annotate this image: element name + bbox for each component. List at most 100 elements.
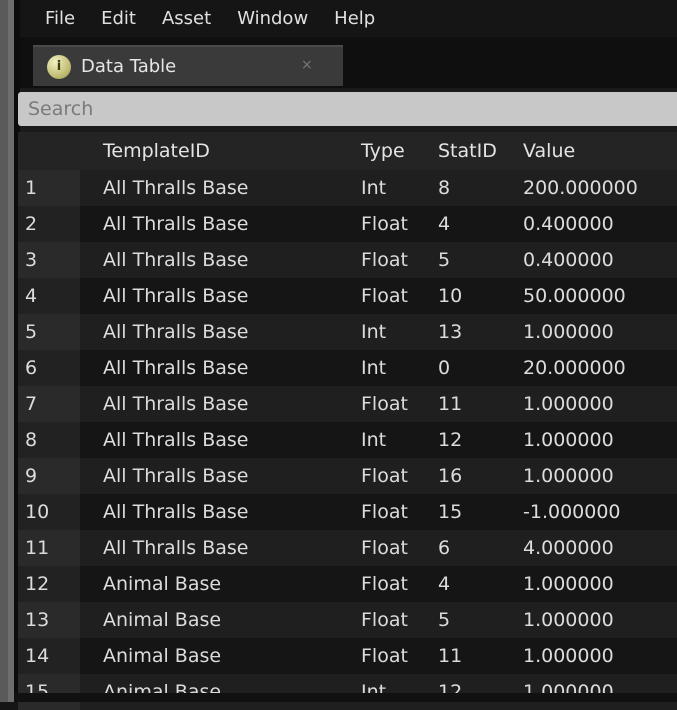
row-templateid: All Thralls Base — [103, 393, 249, 415]
row-statid: 12 — [438, 681, 463, 703]
row-value: 4.000000 — [523, 537, 614, 559]
row-statid: 12 — [438, 429, 463, 451]
menu-window[interactable]: Window — [237, 8, 308, 29]
background-editor-shade — [0, 0, 8, 702]
row-templateid: All Thralls Base — [103, 357, 249, 379]
row-templateid: Animal Base — [103, 681, 222, 703]
row-statid: 11 — [438, 393, 463, 415]
row-templateid: Animal Base — [103, 645, 222, 667]
row-statid: 5 — [438, 249, 451, 271]
row-statid: 13 — [438, 321, 463, 343]
row-number: 8 — [18, 422, 80, 458]
close-icon[interactable]: × — [301, 57, 313, 73]
row-type: Int — [361, 357, 387, 379]
table-row[interactable]: 12 Animal Base Float 4 1.000000 — [18, 566, 677, 602]
menu-edit[interactable]: Edit — [101, 8, 136, 29]
table-row[interactable]: 11 All Thralls Base Float 6 4.000000 — [18, 530, 677, 566]
table-row[interactable]: 6 All Thralls Base Int 0 20.000000 — [18, 350, 677, 386]
table-row[interactable]: 2 All Thralls Base Float 4 0.400000 — [18, 206, 677, 242]
header-type[interactable]: Type — [334, 132, 408, 170]
row-statid: 4 — [438, 213, 451, 235]
table-row[interactable]: 15 Animal Base Int 12 1.000000 — [18, 674, 677, 710]
table-row[interactable]: 7 All Thralls Base Float 11 1.000000 — [18, 386, 677, 422]
table-row[interactable]: 1 All Thralls Base Int 8 200.000000 — [18, 170, 677, 206]
info-icon: i — [47, 54, 71, 79]
row-type: Float — [361, 645, 408, 667]
row-number: 11 — [18, 530, 80, 566]
menu-file[interactable]: File — [45, 8, 75, 29]
table-header-row: TemplateID Type StatID Value — [18, 132, 677, 170]
row-number: 1 — [18, 170, 80, 206]
header-value[interactable]: Value — [488, 132, 677, 170]
background-editor-strip — [0, 0, 14, 702]
row-value: 20.000000 — [523, 357, 626, 379]
table-row[interactable]: 10 All Thralls Base Float 15 -1.000000 — [18, 494, 677, 530]
row-type: Float — [361, 501, 408, 523]
row-type: Float — [361, 465, 408, 487]
row-templateid: Animal Base — [103, 609, 222, 631]
row-value: 50.000000 — [523, 285, 626, 307]
menu-asset[interactable]: Asset — [162, 8, 211, 29]
row-statid: 10 — [438, 285, 463, 307]
row-number: 3 — [18, 242, 80, 278]
row-templateid: Animal Base — [103, 573, 222, 595]
row-templateid: All Thralls Base — [103, 321, 249, 343]
tab-data-table[interactable]: i Data Table × — [33, 45, 343, 86]
row-type: Float — [361, 537, 408, 559]
row-templateid: All Thralls Base — [103, 429, 249, 451]
row-type: Float — [361, 609, 408, 631]
row-templateid: All Thralls Base — [103, 537, 249, 559]
data-table: TemplateID Type StatID Value 1 All Thrall… — [18, 132, 677, 710]
menu-bar: File Edit Asset Window Help — [20, 0, 677, 37]
tab-label: Data Table — [81, 56, 177, 77]
row-templateid: All Thralls Base — [103, 465, 249, 487]
row-statid: 16 — [438, 465, 463, 487]
row-value: 1.000000 — [523, 645, 614, 667]
table-row[interactable]: 14 Animal Base Float 11 1.000000 — [18, 638, 677, 674]
row-value: 1.000000 — [523, 465, 614, 487]
row-value: 0.400000 — [523, 213, 614, 235]
row-templateid: All Thralls Base — [103, 177, 249, 199]
row-type: Int — [361, 177, 387, 199]
search-input[interactable]: Search — [18, 92, 677, 126]
row-templateid: All Thralls Base — [103, 249, 249, 271]
row-templateid: All Thralls Base — [103, 213, 249, 235]
row-value: -1.000000 — [523, 501, 621, 523]
row-statid: 4 — [438, 573, 451, 595]
row-value: 0.400000 — [523, 249, 614, 271]
row-number: 5 — [18, 314, 80, 350]
bottom-edge — [14, 693, 677, 702]
row-value: 200.000000 — [523, 177, 638, 199]
table-row[interactable]: 9 All Thralls Base Float 16 1.000000 — [18, 458, 677, 494]
row-templateid: All Thralls Base — [103, 285, 249, 307]
table-row[interactable]: 3 All Thralls Base Float 5 0.400000 — [18, 242, 677, 278]
table-row[interactable]: 4 All Thralls Base Float 10 50.000000 — [18, 278, 677, 314]
search-placeholder: Search — [28, 98, 94, 120]
row-type: Float — [361, 249, 408, 271]
header-templateid[interactable]: TemplateID — [80, 132, 334, 170]
row-value: 1.000000 — [523, 321, 614, 343]
table-row[interactable]: 8 All Thralls Base Int 12 1.000000 — [18, 422, 677, 458]
row-number: 7 — [18, 386, 80, 422]
row-value: 1.000000 — [523, 429, 614, 451]
row-value: 1.000000 — [523, 681, 614, 703]
row-statid: 6 — [438, 537, 451, 559]
row-type: Float — [361, 213, 408, 235]
row-number: 2 — [18, 206, 80, 242]
row-number: 9 — [18, 458, 80, 494]
row-statid: 15 — [438, 501, 463, 523]
row-number: 14 — [18, 638, 80, 674]
row-number: 4 — [18, 278, 80, 314]
table-row[interactable]: 5 All Thralls Base Int 13 1.000000 — [18, 314, 677, 350]
row-statid: 5 — [438, 609, 451, 631]
row-statid: 8 — [438, 177, 451, 199]
table-row[interactable]: 13 Animal Base Float 5 1.000000 — [18, 602, 677, 638]
row-number: 13 — [18, 602, 80, 638]
header-row-number[interactable] — [18, 132, 80, 170]
row-statid: 11 — [438, 645, 463, 667]
header-statid[interactable]: StatID — [408, 132, 497, 170]
row-number: 15 — [18, 674, 80, 710]
tab-strip: i Data Table × — [20, 37, 677, 88]
menu-help[interactable]: Help — [334, 8, 375, 29]
row-type: Float — [361, 393, 408, 415]
